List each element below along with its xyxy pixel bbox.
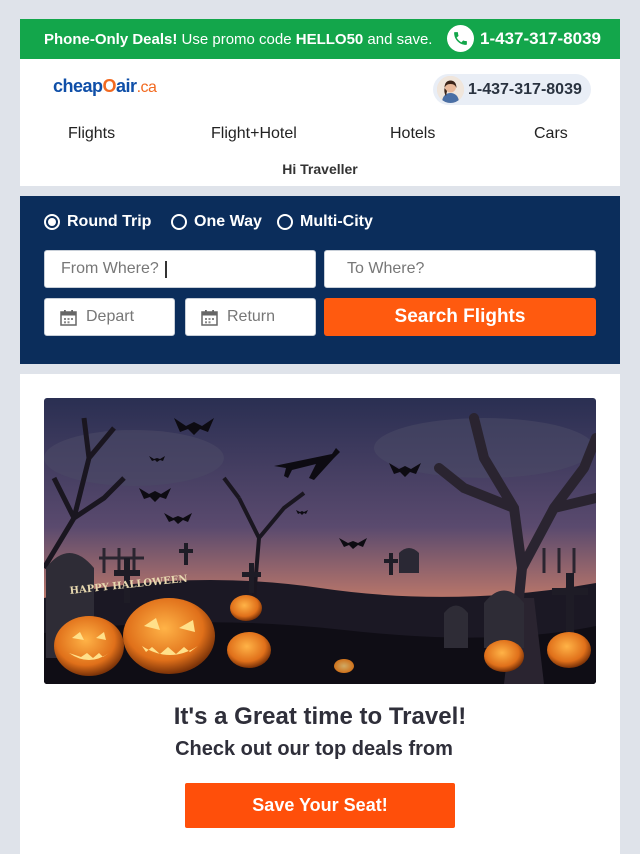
one-way-radio[interactable] [171, 214, 187, 230]
trip-type-one-way[interactable]: One Way [171, 213, 262, 231]
logo-cheap: cheap [53, 76, 103, 96]
promo-headline: It's a Great time to Travel! [173, 703, 467, 730]
phone-icon[interactable] [447, 25, 474, 52]
main-nav: Flights Flight+Hotel Hotels Cars [20, 125, 620, 145]
nav-hotels[interactable]: Hotels [390, 125, 435, 143]
depart-date-input[interactable]: Depart [44, 298, 175, 336]
promo-subline: Check out our top deals from [175, 738, 453, 760]
return-placeholder: Return [227, 308, 276, 325]
promo-text: Phone-Only Deals! Use promo code HELLO50… [44, 31, 432, 48]
promo-phone-link[interactable]: 1-437-317-8039 [480, 29, 601, 49]
promo-bar: Phone-Only Deals! Use promo code HELLO50… [20, 19, 620, 59]
to-where-placeholder: To Where? [347, 260, 425, 277]
one-way-label: One Way [194, 213, 262, 230]
search-flights-button[interactable]: Search Flights [324, 298, 596, 336]
promo-content-card: HAPPY HALLOWEEN It's a Great time to Tra… [20, 374, 620, 854]
header-phone-pill[interactable]: 1-437-317-8039 [433, 74, 591, 105]
round-trip-radio[interactable] [44, 214, 60, 230]
calendar-icon [201, 309, 218, 326]
promo-code: HELLO50 [295, 31, 364, 48]
multi-city-radio[interactable] [277, 214, 293, 230]
site-header: cheapOair.ca 1-437-317-8039 Flights Flig… [20, 59, 620, 186]
to-where-input[interactable]: To Where? [324, 250, 596, 288]
multi-city-label: Multi-City [300, 213, 373, 230]
promo-text-before: Use promo code [177, 31, 296, 48]
depart-placeholder: Depart [86, 308, 135, 325]
nav-flights[interactable]: Flights [68, 125, 115, 143]
logo-ca: .ca [136, 79, 157, 96]
logo-o: O [102, 76, 117, 96]
trip-type-round-trip[interactable]: Round Trip [44, 213, 151, 231]
from-where-input[interactable]: From Where? [44, 250, 316, 288]
greeting-text: Hi Traveller [282, 161, 358, 177]
nav-cars[interactable]: Cars [534, 125, 568, 143]
return-date-input[interactable]: Return [185, 298, 316, 336]
round-trip-label: Round Trip [67, 213, 152, 230]
promo-deal-label: Phone-Only Deals! [44, 31, 178, 48]
header-phone-number: 1-437-317-8039 [468, 81, 582, 98]
promo-text-after: and save. [363, 31, 433, 48]
from-where-placeholder: From Where? [61, 260, 159, 277]
logo-air: air [116, 76, 137, 96]
save-your-seat-button[interactable]: Save Your Seat! [185, 783, 455, 828]
text-caret [164, 260, 167, 278]
nav-flight-hotel[interactable]: Flight+Hotel [211, 125, 297, 143]
halloween-hero-image[interactable]: HAPPY HALLOWEEN [44, 398, 596, 684]
calendar-icon [60, 309, 77, 326]
flight-search-panel: Round Trip One Way Multi-City From Where… [20, 196, 620, 364]
trip-type-multi-city[interactable]: Multi-City [277, 213, 373, 231]
cheapoair-logo[interactable]: cheapOair.ca [53, 76, 157, 97]
agent-avatar [437, 76, 464, 103]
